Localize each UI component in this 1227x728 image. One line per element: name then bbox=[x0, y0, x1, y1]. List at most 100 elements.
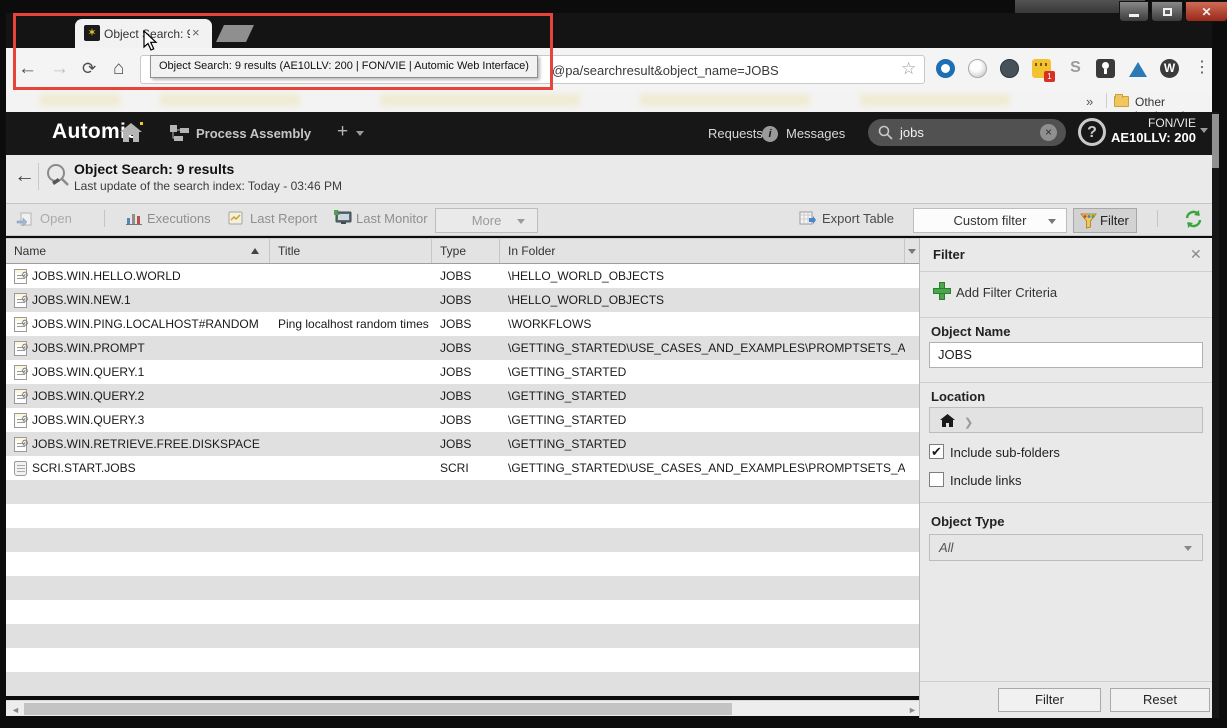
filter-toggle-label: Filter bbox=[1100, 213, 1129, 228]
executions-icon bbox=[126, 211, 142, 230]
browser-menu-icon[interactable]: ⋮ bbox=[1194, 57, 1210, 77]
object-type-label: Object Type bbox=[931, 514, 1004, 529]
scrollbar-thumb[interactable] bbox=[1212, 114, 1219, 168]
table-row[interactable]: JOBS.WIN.RETRIEVE.FREE.DISKSPACE JOBS \G… bbox=[6, 432, 919, 456]
extension-triangle-icon[interactable] bbox=[1129, 62, 1147, 77]
chevron-down-icon bbox=[517, 219, 525, 224]
include-subfolders-checkbox[interactable]: ✔ bbox=[929, 444, 944, 459]
column-options-button[interactable] bbox=[905, 239, 919, 263]
object-folder bbox=[500, 528, 905, 552]
extension-s-icon[interactable]: S bbox=[1066, 59, 1085, 78]
bookmark-star-icon[interactable]: ☆ bbox=[901, 59, 916, 79]
object-folder bbox=[500, 600, 905, 624]
object-folder: \GETTING_STARTED bbox=[500, 360, 905, 384]
object-folder: \HELLO_WORLD_OBJECTS bbox=[500, 288, 905, 312]
last-report-button[interactable]: Last Report bbox=[250, 211, 317, 226]
object-type-dropdown[interactable]: All bbox=[929, 534, 1203, 561]
column-header-type[interactable]: Type bbox=[432, 239, 500, 263]
table-row[interactable] bbox=[6, 576, 919, 600]
minimize-button[interactable] bbox=[1119, 1, 1149, 22]
global-search-value[interactable]: jobs bbox=[900, 125, 924, 140]
location-home-icon[interactable] bbox=[940, 414, 955, 427]
close-button[interactable]: ✕ bbox=[1185, 1, 1227, 22]
filter-toggle-button[interactable]: Filter bbox=[1073, 208, 1137, 233]
last-monitor-button[interactable]: Last Monitor bbox=[356, 211, 428, 226]
table-row[interactable] bbox=[6, 672, 919, 696]
column-header-title[interactable]: Title bbox=[270, 239, 432, 263]
object-title bbox=[270, 600, 432, 624]
object-title bbox=[270, 552, 432, 576]
global-search-input[interactable] bbox=[868, 119, 1066, 146]
table-row[interactable] bbox=[6, 528, 919, 552]
custom-filter-dropdown[interactable]: Custom filter bbox=[913, 208, 1067, 233]
messages-button[interactable]: Messages bbox=[786, 126, 845, 141]
export-table-button[interactable]: Export Table bbox=[822, 211, 894, 226]
scroll-right-icon[interactable]: ► bbox=[908, 705, 917, 715]
column-header-in-folder[interactable]: In Folder bbox=[500, 239, 905, 263]
extension-gray-circle-icon[interactable] bbox=[968, 59, 987, 78]
extension-notes-icon[interactable]: 1 bbox=[1032, 59, 1051, 78]
clear-search-icon[interactable]: × bbox=[1040, 124, 1057, 141]
object-type: JOBS bbox=[432, 312, 500, 336]
blurred-bookmark bbox=[640, 94, 810, 106]
include-links-checkbox[interactable] bbox=[929, 472, 944, 487]
open-button[interactable]: Open bbox=[40, 211, 72, 226]
table-row[interactable]: JOBS.WIN.QUERY.1 JOBS \GETTING_STARTED bbox=[6, 360, 919, 384]
url-text[interactable]: @pa/searchresult&object_name=JOBS bbox=[552, 63, 779, 78]
page-back-icon[interactable]: ← bbox=[14, 164, 35, 188]
filter-panel: Filter ✕ Add Filter Criteria Object Name… bbox=[919, 238, 1212, 718]
app-home-icon[interactable] bbox=[120, 123, 142, 147]
requests-button[interactable]: Requests bbox=[708, 126, 763, 141]
reset-filter-button[interactable]: Reset bbox=[1110, 688, 1210, 712]
export-table-icon bbox=[799, 211, 816, 231]
table-row[interactable]: SCRI.START.JOBS SCRI \GETTING_STARTED\US… bbox=[6, 456, 919, 480]
extension-w-icon[interactable]: W bbox=[1160, 59, 1179, 78]
add-tab-button[interactable]: + bbox=[337, 121, 348, 143]
scrollbar-thumb[interactable] bbox=[24, 703, 732, 715]
table-row[interactable] bbox=[6, 624, 919, 648]
chevron-down-icon[interactable] bbox=[356, 131, 364, 136]
last-monitor-icon bbox=[333, 209, 352, 230]
user-menu-chevron-icon[interactable] bbox=[1200, 128, 1208, 133]
extension-globe-icon[interactable] bbox=[1000, 59, 1019, 78]
object-name: SCRI.START.JOBS bbox=[32, 456, 136, 480]
table-row[interactable]: JOBS.WIN.NEW.1 JOBS \HELLO_WORLD_OBJECTS bbox=[6, 288, 919, 312]
scroll-left-icon[interactable]: ◄ bbox=[11, 705, 20, 715]
table-row[interactable]: JOBS.WIN.HELLO.WORLD JOBS \HELLO_WORLD_O… bbox=[6, 264, 919, 288]
object-folder bbox=[500, 504, 905, 528]
table-row[interactable] bbox=[6, 648, 919, 672]
column-header-name[interactable]: Name bbox=[6, 239, 270, 263]
extension-lightbulb-icon[interactable] bbox=[1096, 59, 1115, 78]
more-dropdown[interactable]: More bbox=[435, 208, 538, 233]
executions-button[interactable]: Executions bbox=[147, 211, 211, 226]
bookmarks-overflow-icon[interactable]: » bbox=[1086, 94, 1093, 109]
table-row[interactable] bbox=[6, 504, 919, 528]
table-row[interactable]: JOBS.WIN.QUERY.3 JOBS \GETTING_STARTED bbox=[6, 408, 919, 432]
divider bbox=[920, 502, 1213, 503]
divider bbox=[1157, 210, 1158, 227]
horizontal-scrollbar[interactable]: ◄ ► bbox=[6, 700, 919, 716]
nav-process-assembly[interactable]: Process Assembly bbox=[196, 126, 311, 141]
object-name-input[interactable]: JOBS bbox=[929, 342, 1203, 368]
divider bbox=[920, 382, 1213, 383]
table-row[interactable] bbox=[6, 600, 919, 624]
object-title bbox=[270, 360, 432, 384]
table-row[interactable] bbox=[6, 552, 919, 576]
filter-panel-close-icon[interactable]: ✕ bbox=[1190, 246, 1202, 263]
table-row[interactable]: JOBS.WIN.QUERY.2 JOBS \GETTING_STARTED bbox=[6, 384, 919, 408]
object-type: SCRI bbox=[432, 456, 500, 480]
minimize-icon bbox=[1129, 14, 1139, 17]
extension-blue-circle-icon[interactable] bbox=[936, 59, 955, 78]
table-header: Name Title Type In Folder bbox=[6, 238, 919, 264]
table-row[interactable]: JOBS.WIN.PING.LOCALHOST#RANDOM Ping loca… bbox=[6, 312, 919, 336]
table-row[interactable] bbox=[6, 480, 919, 504]
location-breadcrumb[interactable]: ❯ bbox=[929, 407, 1203, 433]
restore-button[interactable] bbox=[1151, 1, 1183, 22]
table-row[interactable]: JOBS.WIN.PROMPT JOBS \GETTING_STARTED\US… bbox=[6, 336, 919, 360]
object-icon bbox=[14, 413, 27, 428]
refresh-icon[interactable] bbox=[1183, 209, 1204, 234]
apply-filter-button[interactable]: Filter bbox=[998, 688, 1101, 712]
add-filter-criteria-button[interactable]: Add Filter Criteria bbox=[956, 285, 1057, 300]
vertical-scrollbar[interactable] bbox=[1212, 112, 1219, 718]
object-title bbox=[270, 576, 432, 600]
